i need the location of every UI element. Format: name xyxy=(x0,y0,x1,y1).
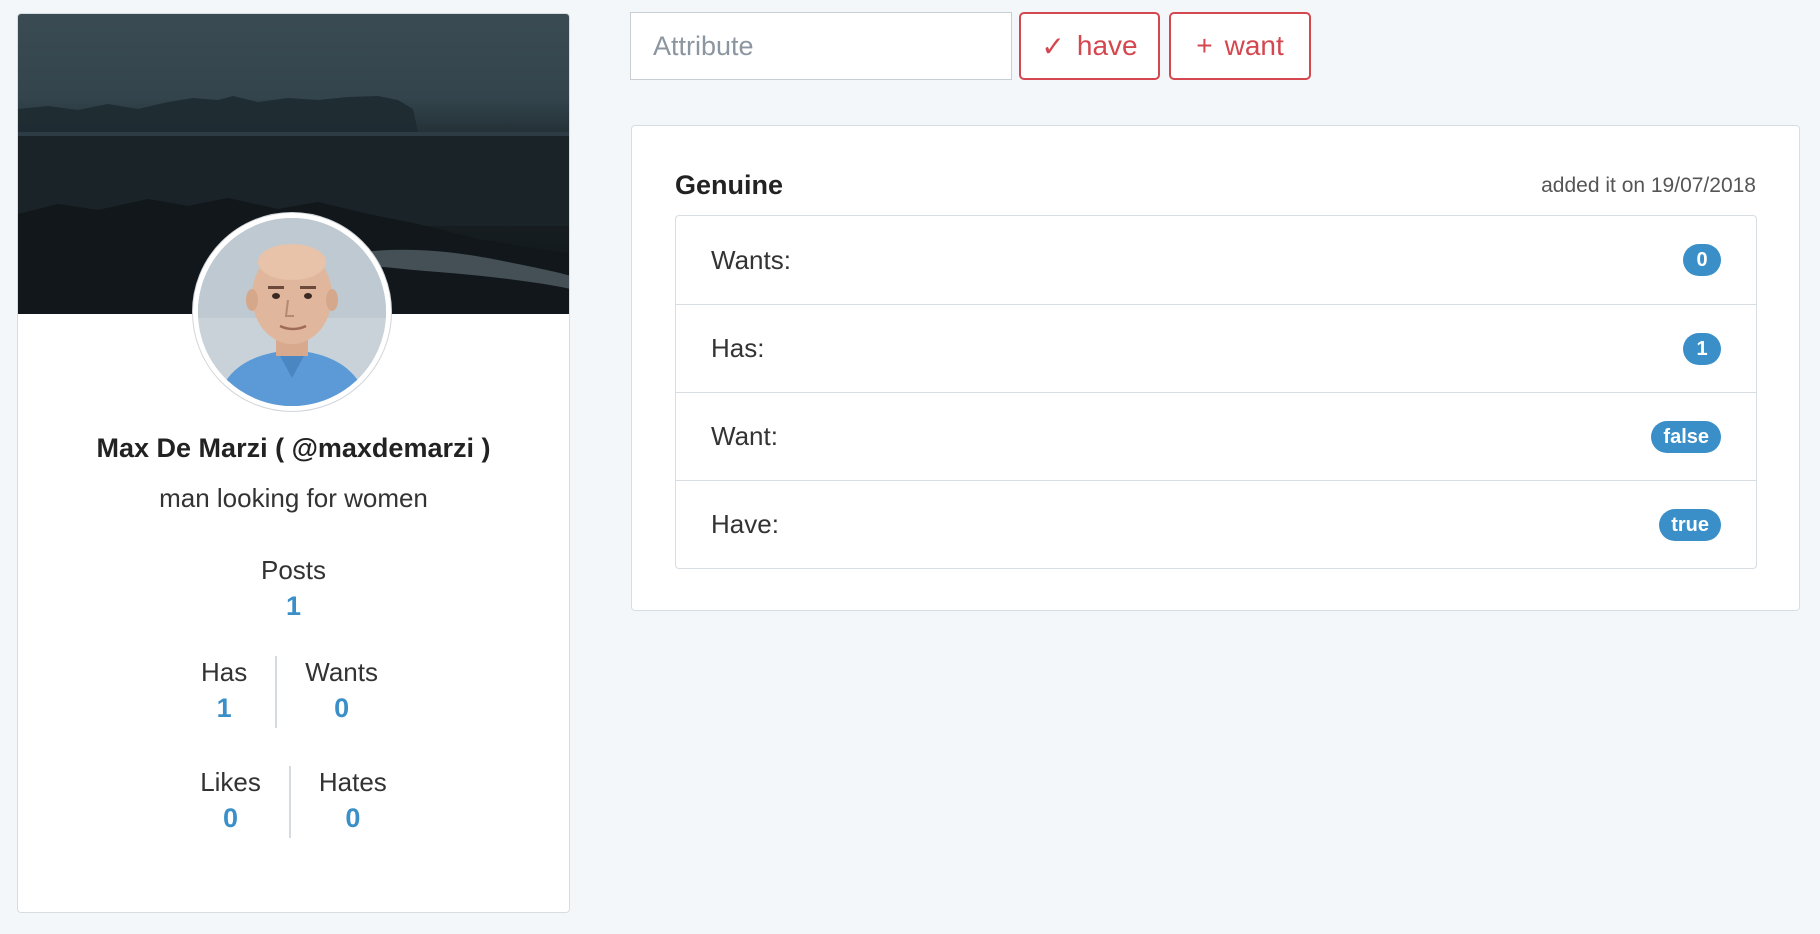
avatar-photo xyxy=(198,218,386,406)
attribute-title[interactable]: Genuine xyxy=(675,170,783,201)
check-icon: ✓ xyxy=(1041,30,1065,62)
attribute-input[interactable] xyxy=(630,12,1012,80)
attribute-card: Genuine added it on 19/07/2018 Wants: 0 … xyxy=(631,125,1800,611)
have-badge: true xyxy=(1659,508,1721,541)
list-item-label: Have: xyxy=(711,509,779,539)
profile-name: Max De Marzi ( @maxdemarzi ) xyxy=(96,433,491,463)
has-badge: 1 xyxy=(1683,332,1721,365)
list-item-want: Want: false xyxy=(676,392,1756,480)
want-button-label: want xyxy=(1224,30,1284,61)
has-label: Has xyxy=(201,657,248,687)
list-item-have: Have: true xyxy=(676,480,1756,568)
likes-label: Likes xyxy=(200,767,261,797)
wants-count[interactable]: 0 xyxy=(305,688,378,728)
list-item-label: Has: xyxy=(711,333,765,363)
stat-has-wants: Has 1 Wants 0 xyxy=(18,656,565,728)
want-badge: false xyxy=(1651,420,1721,453)
posts-count[interactable]: 1 xyxy=(261,586,326,626)
stat-likes-hates: Likes 0 Hates 0 xyxy=(18,766,569,838)
hates-label: Hates xyxy=(318,767,387,797)
attribute-date: added it on 19/07/2018 xyxy=(1541,174,1756,197)
list-item-wants: Wants: 0 xyxy=(676,216,1756,304)
plus-icon: + xyxy=(1196,30,1213,61)
wants-label: Wants xyxy=(305,657,378,687)
list-item-has: Has: 1 xyxy=(676,304,1756,392)
attribute-details-list: Wants: 0 Has: 1 Want: false Have: true xyxy=(675,215,1757,569)
has-count[interactable]: 1 xyxy=(201,688,247,728)
posts-label: Posts xyxy=(260,555,327,585)
have-button-label: have xyxy=(1076,30,1138,61)
want-button[interactable]: + want xyxy=(1169,12,1311,80)
hates-count[interactable]: 0 xyxy=(319,798,387,838)
wants-badge: 0 xyxy=(1683,244,1721,276)
likes-count[interactable]: 0 xyxy=(200,798,261,838)
stat-posts: Posts 1 xyxy=(18,554,569,626)
avatar[interactable] xyxy=(192,212,392,412)
list-item-label: Want: xyxy=(711,421,778,451)
list-item-label: Wants: xyxy=(711,244,791,275)
profile-card: Max De Marzi ( @maxdemarzi ) man looking… xyxy=(17,13,570,913)
have-button[interactable]: ✓ have xyxy=(1019,12,1160,80)
profile-tagline: man looking for women xyxy=(159,483,428,513)
